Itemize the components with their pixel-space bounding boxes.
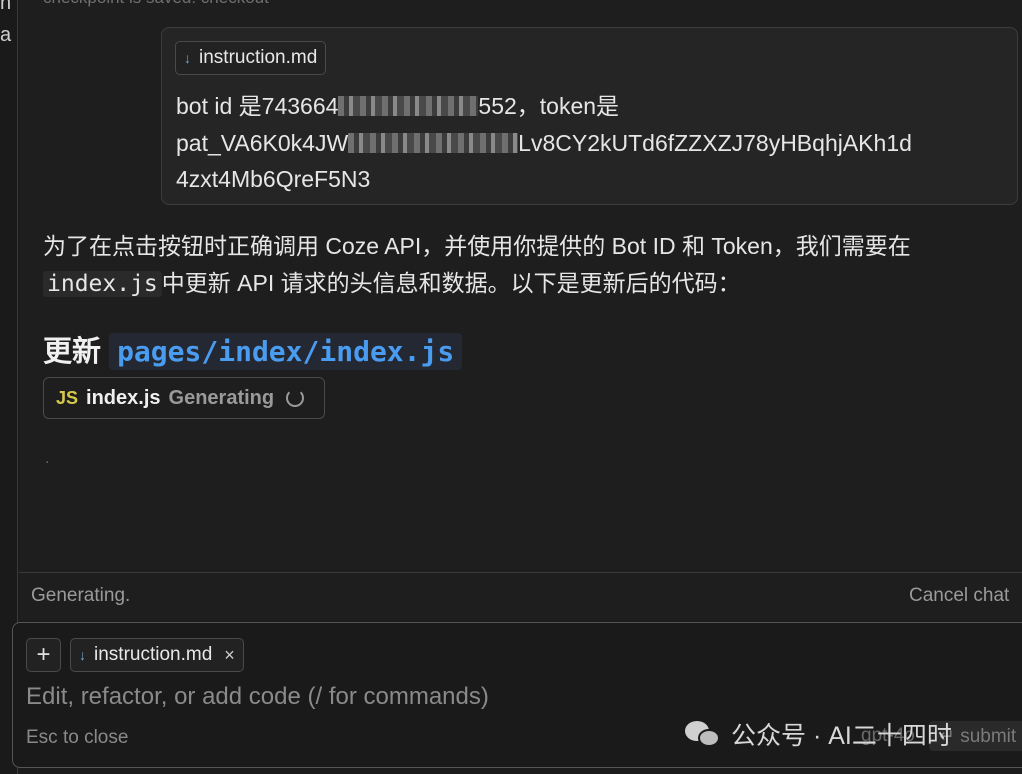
typing-indicator: . <box>45 450 50 467</box>
chat-panel[interactable]: checkpoint is saved: checkout ↓ instruct… <box>19 0 1022 572</box>
file-name: index.js <box>86 386 161 409</box>
close-icon[interactable]: × <box>224 645 235 666</box>
markdown-file-icon: ↓ <box>184 50 191 66</box>
file-path-link[interactable]: pages/index/index.js <box>109 333 463 370</box>
cancel-chat-button[interactable]: Cancel chat <box>909 585 1009 607</box>
add-context-button[interactable]: + <box>26 638 61 672</box>
user-message-text: bot id 是743664 552，token是 pat_VA6K0k4JW Lv… <box>176 88 1006 198</box>
esc-hint: Esc to close <box>26 727 129 748</box>
update-heading: 更新 pages/index/index.js <box>43 328 463 370</box>
reply-text: 为了在点击按钮时正确调用 Coze API，并使用你提供的 Bot ID 和 T… <box>43 233 911 259</box>
attachment-name: instruction.md <box>199 47 318 68</box>
inline-code: index.js <box>43 271 162 297</box>
javascript-file-icon: JS <box>56 387 79 408</box>
message-fragment: pat_VA6K0k4JW <box>176 129 349 156</box>
user-message: ↓ instruction.md bot id 是743664 552，token… <box>161 27 1018 205</box>
heading-prefix: 更新 <box>43 336 102 368</box>
attachment-chip[interactable]: ↓ instruction.md <box>175 41 327 75</box>
submit-button[interactable]: ↵ submit <box>929 721 1022 751</box>
generating-status: Generating <box>168 386 275 409</box>
loading-spinner-icon <box>286 389 305 407</box>
status-bar: Generating. Cancel chat <box>19 572 1022 620</box>
reply-text: 中更新 API 请求的头信息和数据。以下是更新后的代码： <box>161 270 741 296</box>
attachment-name: instruction.md <box>94 644 213 665</box>
message-fragment: bot id 是743664 <box>176 93 339 119</box>
redacted-region <box>338 96 479 116</box>
assistant-reply: 为了在点击按钮时正确调用 Coze API，并使用你提供的 Bot ID 和 T… <box>43 228 1013 303</box>
checkpoint-notice: checkpoint is saved: checkout <box>43 0 269 8</box>
markdown-file-icon: ↓ <box>79 647 86 663</box>
message-fragment: 552，token是 <box>478 93 620 119</box>
generating-file-block[interactable]: JS index.js Generating <box>43 377 325 419</box>
message-fragment: 4zxt4Mb6QreF5N3 <box>176 166 371 192</box>
prompt-input[interactable]: Edit, refactor, or add code (/ for comma… <box>26 683 489 711</box>
gutter-text: a <box>0 24 12 46</box>
generation-status: Generating. <box>31 585 131 606</box>
model-selector[interactable]: gpt-4o <box>861 725 915 747</box>
message-fragment: Lv8CY2kUTd6fZZXZJ78yHBqhjAKh1d <box>518 129 912 156</box>
app-root: n a checkpoint is saved: checkout ↓ inst… <box>0 0 1022 774</box>
input-attachment-chip[interactable]: ↓ instruction.md × <box>70 638 244 672</box>
chat-input-box[interactable]: + ↓ instruction.md × Edit, refactor, or … <box>12 622 1022 768</box>
redacted-region <box>348 132 519 153</box>
gutter-text: n <box>0 0 12 14</box>
